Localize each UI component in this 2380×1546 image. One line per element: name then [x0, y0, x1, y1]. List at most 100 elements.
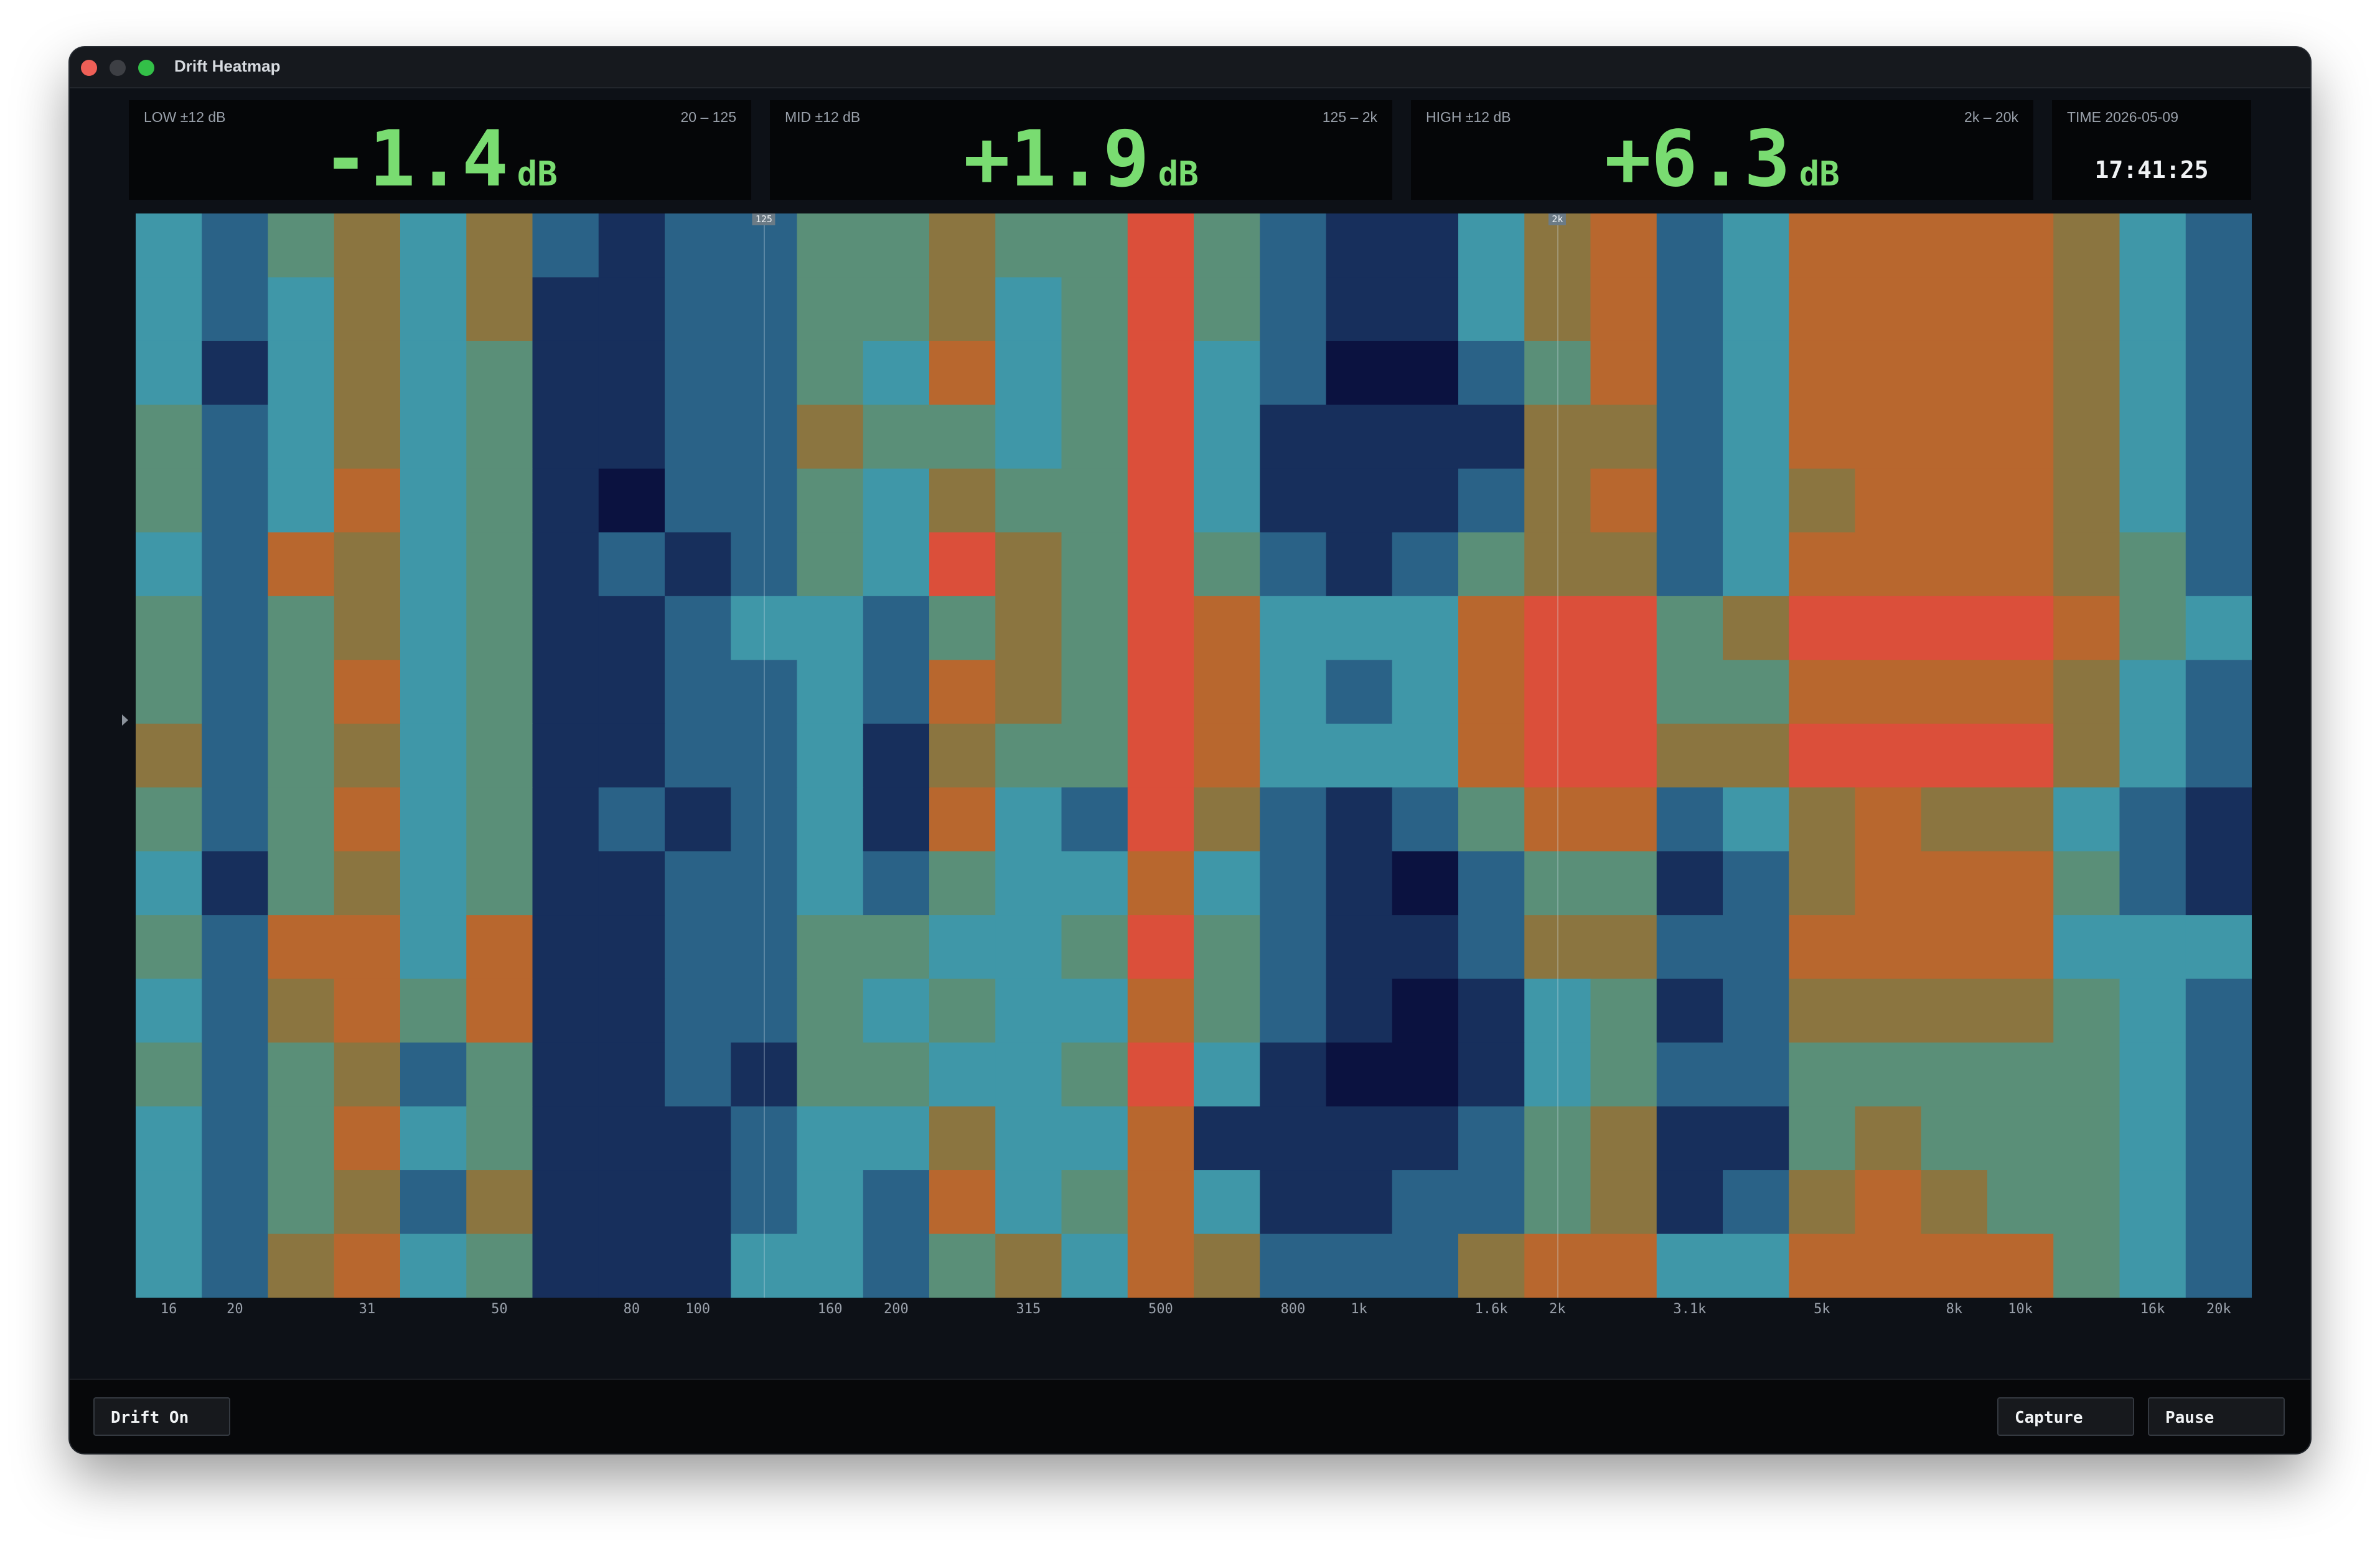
heatmap-cell[interactable] — [1987, 1170, 2054, 1235]
heatmap-cell[interactable] — [2053, 1170, 2120, 1235]
heatmap-cell[interactable] — [1590, 532, 1657, 597]
heatmap-cell[interactable] — [1326, 978, 1393, 1043]
heatmap-cell[interactable] — [1061, 1042, 1128, 1107]
heatmap-cell[interactable] — [797, 532, 864, 597]
heatmap-cell[interactable] — [1061, 532, 1128, 597]
heatmap-cell[interactable] — [1458, 277, 1525, 342]
heatmap-cell[interactable] — [929, 277, 996, 342]
heatmap-cell[interactable] — [1656, 405, 1723, 469]
heatmap-cell[interactable] — [466, 915, 533, 980]
heatmap-cell[interactable] — [2185, 660, 2252, 724]
heatmap-cell[interactable] — [995, 596, 1062, 660]
heatmap-cell[interactable] — [1987, 723, 2054, 788]
heatmap-cell[interactable] — [1127, 468, 1194, 533]
heatmap-cell[interactable] — [1987, 851, 2054, 916]
heatmap-cell[interactable] — [797, 340, 864, 406]
heatmap-cell[interactable] — [995, 1042, 1062, 1107]
heatmap-cell[interactable] — [1789, 915, 1856, 980]
heatmap-cell[interactable] — [598, 1170, 665, 1235]
heatmap-cell[interactable] — [1723, 978, 1789, 1043]
heatmap-cell[interactable] — [929, 532, 996, 597]
heatmap-cell[interactable] — [1921, 1234, 1988, 1298]
heatmap-cell[interactable] — [1260, 915, 1327, 980]
heatmap-cell[interactable] — [532, 1042, 599, 1107]
heatmap-cell[interactable] — [995, 468, 1062, 533]
heatmap-cell[interactable] — [2119, 213, 2186, 278]
heatmap-cell[interactable] — [1590, 1170, 1657, 1235]
heatmap-cell[interactable] — [1392, 596, 1459, 660]
heatmap-cell[interactable] — [1458, 915, 1525, 980]
heatmap-cell[interactable] — [1789, 532, 1856, 597]
heatmap-cell[interactable] — [1723, 596, 1789, 660]
heatmap-cell[interactable] — [1656, 340, 1723, 406]
heatmap-cell[interactable] — [1789, 1042, 1856, 1107]
heatmap-cell[interactable] — [334, 340, 401, 406]
heatmap-cell[interactable] — [202, 978, 269, 1043]
heatmap-cell[interactable] — [1723, 660, 1789, 724]
heatmap-cell[interactable] — [2053, 851, 2120, 916]
heatmap-cell[interactable] — [532, 468, 599, 533]
heatmap-cell[interactable] — [1127, 915, 1194, 980]
heatmap-cell[interactable] — [665, 596, 731, 660]
heatmap-cell[interactable] — [268, 532, 335, 597]
heatmap-cell[interactable] — [1789, 1170, 1856, 1235]
heatmap-cell[interactable] — [400, 1170, 467, 1235]
heatmap-cell[interactable] — [1921, 596, 1988, 660]
heatmap-cell[interactable] — [1458, 978, 1525, 1043]
heatmap-cell[interactable] — [1194, 468, 1260, 533]
heatmap-cell[interactable] — [863, 213, 930, 278]
heatmap-cell[interactable] — [797, 1234, 864, 1298]
heatmap-cell[interactable] — [202, 213, 269, 278]
heatmap-cell[interactable] — [202, 468, 269, 533]
heatmap-cell[interactable] — [2119, 660, 2186, 724]
heatmap-cell[interactable] — [598, 723, 665, 788]
heatmap-cell[interactable] — [1921, 405, 1988, 469]
heatmap-cell[interactable] — [2119, 340, 2186, 406]
heatmap-cell[interactable] — [1127, 213, 1194, 278]
heatmap-cell[interactable] — [466, 405, 533, 469]
heatmap-cell[interactable] — [995, 787, 1062, 852]
heatmap-cell[interactable] — [1061, 723, 1128, 788]
heatmap-cell[interactable] — [2053, 532, 2120, 597]
heatmap-cell[interactable] — [1458, 340, 1525, 406]
heatmap-cell[interactable] — [1987, 596, 2054, 660]
heatmap-cell[interactable] — [1987, 1106, 2054, 1171]
heatmap-cell[interactable] — [1590, 660, 1657, 724]
heatmap-cell[interactable] — [1789, 468, 1856, 533]
heatmap-cell[interactable] — [268, 468, 335, 533]
heatmap-cell[interactable] — [1194, 1042, 1260, 1107]
heatmap-cell[interactable] — [466, 1234, 533, 1298]
heatmap-cell[interactable] — [1987, 405, 2054, 469]
capture-button[interactable]: Capture — [1997, 1397, 2134, 1436]
heatmap-cell[interactable] — [1194, 787, 1260, 852]
heatmap-cell[interactable] — [1656, 1170, 1723, 1235]
heatmap-cell[interactable] — [1392, 851, 1459, 916]
heatmap-cell[interactable] — [665, 277, 731, 342]
heatmap-cell[interactable] — [1656, 851, 1723, 916]
heatmap-cell[interactable] — [1194, 915, 1260, 980]
heatmap-cell[interactable] — [1061, 596, 1128, 660]
heatmap-cell[interactable] — [1855, 277, 1922, 342]
row-cursor-arrow-icon[interactable] — [122, 714, 128, 726]
heatmap-cell[interactable] — [1326, 787, 1393, 852]
heatmap-cell[interactable] — [202, 660, 269, 724]
heatmap-cell[interactable] — [466, 1106, 533, 1171]
heatmap-cell[interactable] — [400, 213, 467, 278]
heatmap-cell[interactable] — [1656, 1106, 1723, 1171]
heatmap-cell[interactable] — [1987, 660, 2054, 724]
heatmap-cell[interactable] — [2119, 978, 2186, 1043]
heatmap-cell[interactable] — [466, 468, 533, 533]
heatmap-cell[interactable] — [2185, 787, 2252, 852]
heatmap-cell[interactable] — [1656, 660, 1723, 724]
heatmap-cell[interactable] — [1590, 787, 1657, 852]
heatmap-cell[interactable] — [2185, 277, 2252, 342]
heatmap-cell[interactable] — [863, 468, 930, 533]
heatmap-cell[interactable] — [1921, 660, 1988, 724]
heatmap-cell[interactable] — [1987, 532, 2054, 597]
heatmap-cell[interactable] — [1921, 1170, 1988, 1235]
heatmap-cell[interactable] — [1987, 915, 2054, 980]
heatmap-cell[interactable] — [1458, 660, 1525, 724]
heatmap-cell[interactable] — [797, 468, 864, 533]
heatmap-cell[interactable] — [797, 660, 864, 724]
heatmap-cell[interactable] — [598, 915, 665, 980]
